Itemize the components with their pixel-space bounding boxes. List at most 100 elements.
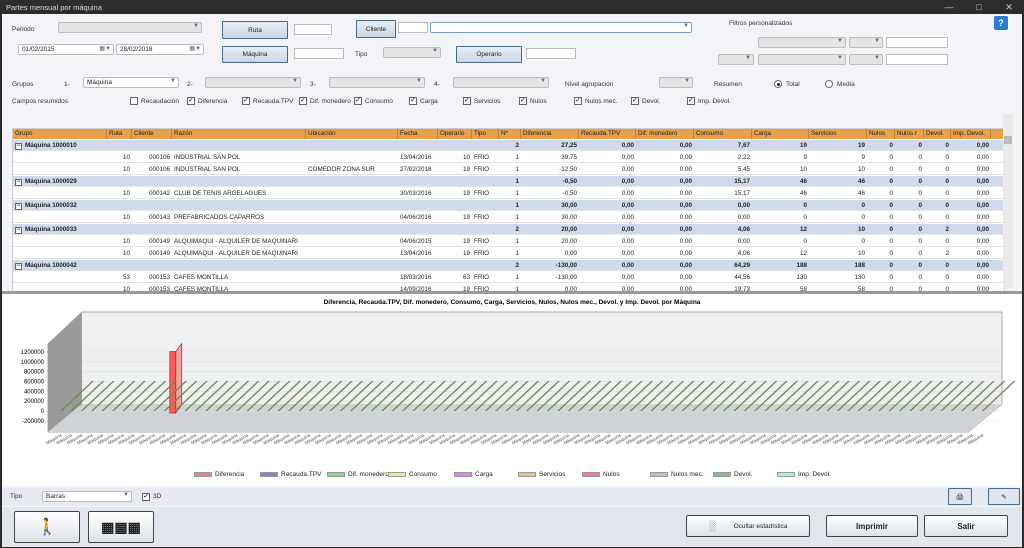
- custom-filter-op-1[interactable]: ▼: [849, 37, 883, 48]
- campo-checkbox[interactable]: ✓: [299, 97, 307, 105]
- collapse-icon[interactable]: −: [15, 227, 22, 234]
- machines-button[interactable]: ▦▦▦: [88, 511, 154, 543]
- group-row[interactable]: − Máquina 1000042 2 -130,00 0,00 0,00 64,29 188…: [13, 260, 1004, 271]
- column-header[interactable]: Cliente: [132, 129, 172, 139]
- table-row[interactable]: 10 000149 ALQUIMAQUI - ALQUILER DE MAQUINA…: [13, 236, 1004, 247]
- edit-chart-icon[interactable]: ✎: [988, 488, 1020, 505]
- grupo1-select[interactable]: Máquina ▼: [83, 77, 179, 88]
- date-from-picker[interactable]: 01/02/2015 ▦▼: [18, 44, 114, 55]
- calendar-icon[interactable]: ▦▼: [189, 45, 201, 52]
- results-grid[interactable]: Grupo Ruta Cliente Razón Ubicación Fecha Opera…: [12, 128, 1005, 302]
- minimize-icon[interactable]: —: [934, 0, 964, 14]
- column-header[interactable]: Razón: [172, 129, 306, 139]
- custom-filter-value-1[interactable]: [886, 37, 948, 48]
- operario-button[interactable]: Operario: [456, 46, 522, 63]
- campo-checkbox[interactable]: [130, 97, 138, 105]
- campo-checkbox[interactable]: ✓: [187, 97, 195, 105]
- column-header[interactable]: Dif. monedero: [636, 129, 694, 139]
- print-chart-icon[interactable]: 🖨: [948, 488, 972, 505]
- column-header[interactable]: Diferencia: [521, 129, 579, 139]
- help-icon[interactable]: ?: [994, 16, 1008, 30]
- cliente-select[interactable]: ▼: [430, 22, 692, 33]
- table-row[interactable]: 10 000149 ALQUIMAQUI - ALQUILER DE MAQUINA…: [13, 248, 1004, 259]
- column-header[interactable]: Servicios: [809, 129, 867, 139]
- column-header[interactable]: Consumo: [694, 129, 752, 139]
- column-header[interactable]: Carga: [752, 129, 809, 139]
- ruta-input[interactable]: [294, 24, 332, 35]
- close-icon[interactable]: ✕: [994, 0, 1024, 14]
- group-row[interactable]: − Máquina 1000029 1 -0,50 0,00 0,00 15,17 46 46 0…: [13, 176, 1004, 187]
- ocultar-estadistica-button[interactable]: ░ Ocultar estadística: [686, 515, 810, 537]
- group-row[interactable]: − Máquina 1000033 2 20,00 0,00 0,00 4,06 12 10 0 0…: [13, 224, 1004, 235]
- column-header[interactable]: Imp. Devol.: [951, 129, 991, 139]
- resumen-media-radio[interactable]: [825, 80, 833, 88]
- resumen-total-radio[interactable]: [774, 80, 782, 88]
- column-header[interactable]: Nulos r: [895, 129, 924, 139]
- campo-checkbox[interactable]: ✓: [631, 97, 639, 105]
- group-row[interactable]: − Máquina 1000032 1 30,00 0,00 0,00 0,00 0 0 0 0 0 0…: [13, 200, 1004, 211]
- grupo3-select[interactable]: ▼: [329, 77, 425, 88]
- table-cell: [306, 176, 398, 186]
- custom-filter-conj[interactable]: ▼: [718, 54, 754, 65]
- cliente-button[interactable]: Cliente: [356, 20, 396, 38]
- campo-checkbox[interactable]: ✓: [409, 97, 417, 105]
- table-row[interactable]: 53 000153 CAFES MONTILLA 18/03/2016 63 FRIO 1 -…: [13, 272, 1004, 283]
- grid-vertical-scrollbar[interactable]: [1003, 114, 1013, 288]
- custom-filter-field-2[interactable]: ▼: [758, 54, 846, 65]
- threed-checkbox[interactable]: ✓: [142, 493, 150, 501]
- column-header[interactable]: Ruta: [107, 129, 132, 139]
- ruta-button[interactable]: Ruta: [222, 21, 288, 39]
- campo-checkbox[interactable]: ✓: [519, 97, 527, 105]
- table-row[interactable]: 10 000142 CLUB DE TENIS ARGELAGUES 30/03/20…: [13, 188, 1004, 199]
- collapse-icon[interactable]: −: [15, 263, 22, 270]
- campo-checkbox[interactable]: ✓: [463, 97, 471, 105]
- table-cell: 0: [918, 238, 922, 245]
- window-titlebar: Partes mensual por máquina — □ ✕: [0, 0, 1024, 14]
- grupo4-select[interactable]: ▼: [453, 77, 549, 88]
- table-row[interactable]: 10 000106 INDUSTRIAL SAN POL COMEDOR ZONA S…: [13, 164, 1004, 175]
- custom-filter-field-1[interactable]: ▼: [758, 37, 846, 48]
- column-header[interactable]: Ubicación: [306, 129, 398, 139]
- custom-filter-value-2[interactable]: [886, 54, 948, 65]
- column-header[interactable]: Devol.: [924, 129, 951, 139]
- scroll-thumb[interactable]: [1004, 136, 1012, 144]
- periodo-select[interactable]: ▼: [58, 22, 202, 33]
- column-header[interactable]: Nulos: [867, 129, 895, 139]
- group-row[interactable]: − Máquina 1000010 2 27,25 0,00 0,00 7,67 19 19 0 0…: [13, 140, 1004, 151]
- column-header[interactable]: Fecha: [398, 129, 438, 139]
- table-cell: 0: [918, 154, 922, 161]
- salir-button[interactable]: Salir: [924, 515, 1008, 537]
- campo-checkbox[interactable]: ✓: [242, 97, 250, 105]
- table-row[interactable]: 10 000143 PREFABRICADOS CAPARROS 04/06/2016…: [13, 212, 1004, 223]
- chart-tipo-select[interactable]: Barras ▼: [42, 491, 132, 502]
- maquina-button[interactable]: Máquina: [222, 46, 288, 63]
- maquina-input[interactable]: [294, 48, 344, 59]
- table-cell: 0,00: [737, 202, 750, 209]
- campo-checkbox[interactable]: ✓: [687, 97, 695, 105]
- campo-checkbox[interactable]: ✓: [574, 97, 582, 105]
- table-cell: 0,00: [976, 262, 989, 269]
- operario-input[interactable]: [526, 48, 576, 59]
- column-header[interactable]: Operario: [438, 129, 472, 139]
- maximize-icon[interactable]: □: [964, 0, 994, 14]
- custom-filter-op-2[interactable]: ▼: [849, 54, 883, 65]
- date-to-picker[interactable]: 28/02/2018 ▦▼: [116, 44, 204, 55]
- column-header[interactable]: Recauda.TPV: [579, 129, 636, 139]
- people-button[interactable]: 🚶: [14, 511, 80, 543]
- collapse-icon[interactable]: −: [15, 143, 22, 150]
- imprimir-button[interactable]: Imprimir: [826, 515, 918, 537]
- column-header[interactable]: Grupo: [13, 129, 107, 139]
- cliente-input[interactable]: [398, 22, 428, 33]
- campo-checkbox[interactable]: ✓: [354, 97, 362, 105]
- calendar-icon[interactable]: ▦▼: [99, 45, 111, 52]
- table-cell: [398, 260, 438, 270]
- column-header[interactable]: Nº: [499, 129, 521, 139]
- nivel-agrupacion-select[interactable]: ▼: [659, 77, 693, 88]
- tipo-select[interactable]: ▼: [383, 47, 441, 58]
- table-cell: 10: [857, 226, 865, 233]
- collapse-icon[interactable]: −: [15, 179, 22, 186]
- table-row[interactable]: 10 000106 INDUSTRIAL SAN POL 13/04/2016 10 FR…: [13, 152, 1004, 163]
- collapse-icon[interactable]: −: [15, 203, 22, 210]
- column-header[interactable]: Tipo: [472, 129, 499, 139]
- grupo2-select[interactable]: ▼: [205, 77, 301, 88]
